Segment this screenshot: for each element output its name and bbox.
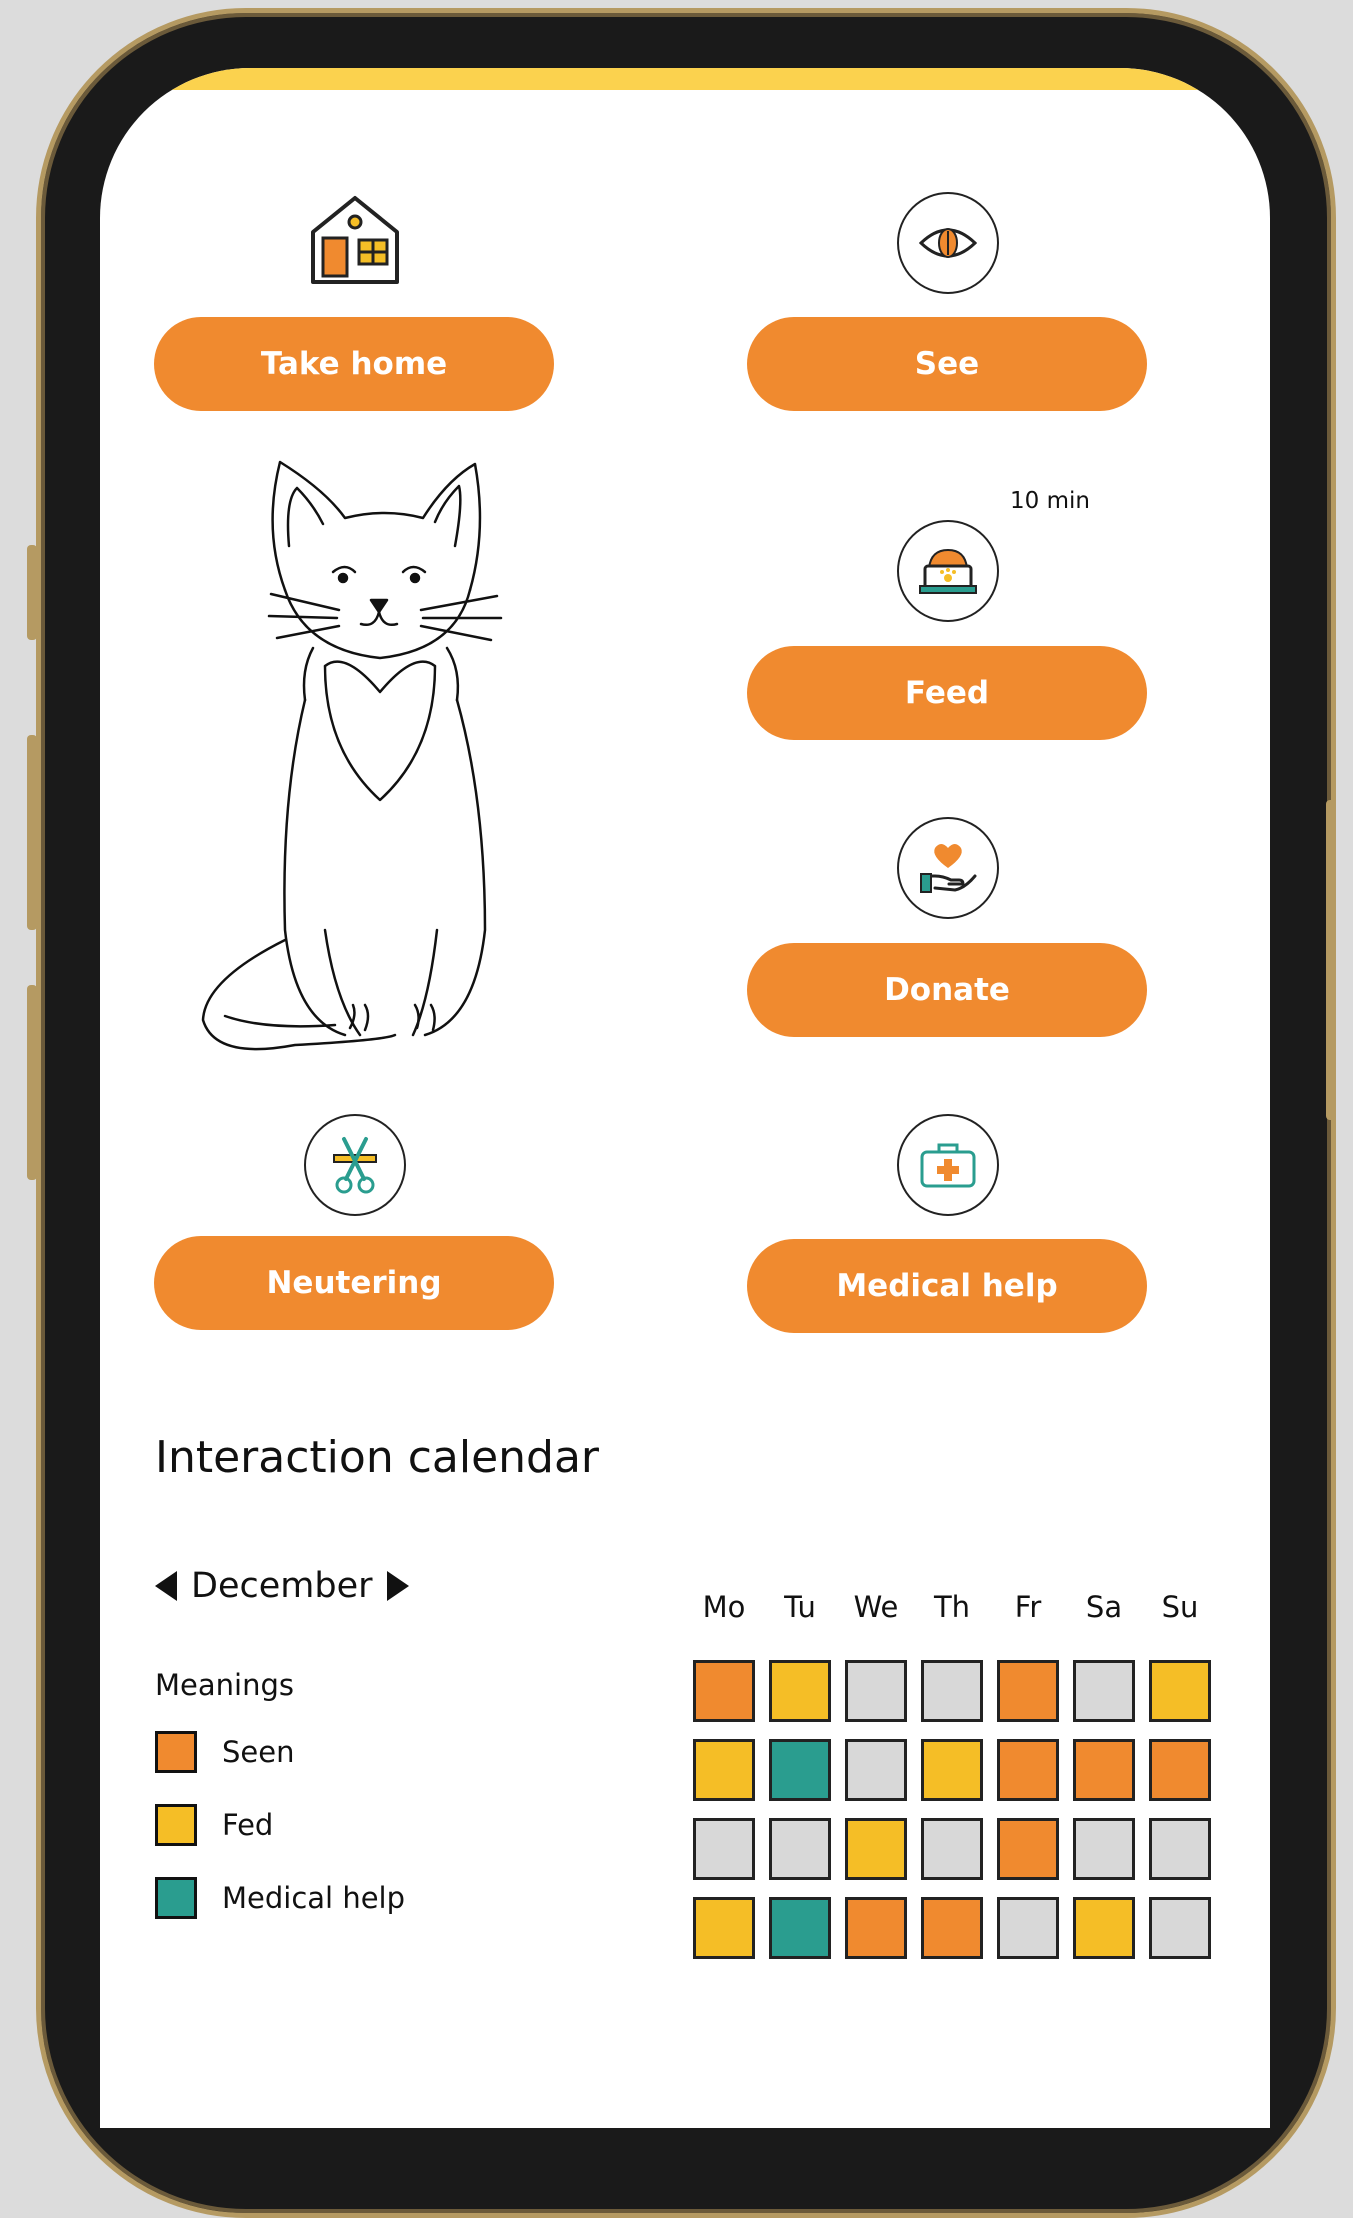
day-label: Tu bbox=[784, 1590, 816, 1624]
calendar-day-cell[interactable] bbox=[1149, 1739, 1211, 1801]
calendar-day-cell[interactable] bbox=[997, 1897, 1059, 1959]
day-label: We bbox=[853, 1590, 899, 1624]
cat-illustration bbox=[185, 460, 515, 1060]
heart-hand-icon bbox=[897, 817, 999, 919]
eye-icon bbox=[897, 192, 999, 294]
calendar-day-cell[interactable] bbox=[1149, 1660, 1211, 1722]
calendar-day-cell[interactable] bbox=[693, 1739, 755, 1801]
calendar-day-cell[interactable] bbox=[921, 1818, 983, 1880]
day-label: Fr bbox=[1014, 1590, 1042, 1624]
donate-button[interactable]: Donate bbox=[747, 943, 1147, 1037]
calendar-day-cell[interactable] bbox=[1073, 1739, 1135, 1801]
scissors-icon bbox=[304, 1114, 406, 1216]
feed-timer: 10 min bbox=[1010, 488, 1090, 514]
calendar-day-cell[interactable] bbox=[1073, 1660, 1135, 1722]
calendar-day-cell[interactable] bbox=[845, 1660, 907, 1722]
see-button[interactable]: See bbox=[747, 317, 1147, 411]
legend-swatch bbox=[155, 1804, 197, 1846]
volume-up-button bbox=[27, 735, 37, 930]
prev-month-icon[interactable] bbox=[155, 1571, 177, 1601]
calendar-title: Interaction calendar bbox=[155, 1432, 600, 1483]
calendar-day-cell[interactable] bbox=[769, 1739, 831, 1801]
day-label: Sa bbox=[1085, 1590, 1123, 1624]
calendar-day-cell[interactable] bbox=[769, 1660, 831, 1722]
neutering-button[interactable]: Neutering bbox=[154, 1236, 554, 1330]
calendar-day-cell[interactable] bbox=[845, 1739, 907, 1801]
calendar-day-cell[interactable] bbox=[997, 1739, 1059, 1801]
legend-item-seen: Seen bbox=[155, 1731, 294, 1773]
calendar-day-cell[interactable] bbox=[1149, 1897, 1211, 1959]
legend-label: Medical help bbox=[222, 1881, 406, 1915]
medical-help-button[interactable]: Medical help bbox=[747, 1239, 1147, 1333]
legend-item-medical-help: Medical help bbox=[155, 1877, 405, 1919]
calendar-day-cell[interactable] bbox=[845, 1818, 907, 1880]
calendar-day-cell[interactable] bbox=[1149, 1818, 1211, 1880]
take-home-button[interactable]: Take home bbox=[154, 317, 554, 411]
calendar-day-cell[interactable] bbox=[693, 1818, 755, 1880]
calendar-day-cell[interactable] bbox=[921, 1660, 983, 1722]
volume-down-button bbox=[27, 985, 37, 1180]
first-aid-kit-icon bbox=[897, 1114, 999, 1216]
calendar-day-cell[interactable] bbox=[921, 1897, 983, 1959]
mute-switch bbox=[27, 545, 37, 640]
day-label: Su bbox=[1161, 1590, 1199, 1624]
calendar-day-cell[interactable] bbox=[997, 1660, 1059, 1722]
calendar-day-cell[interactable] bbox=[693, 1660, 755, 1722]
day-label: Th bbox=[933, 1590, 971, 1624]
calendar-day-cell[interactable] bbox=[769, 1818, 831, 1880]
calendar-day-cell[interactable] bbox=[1073, 1818, 1135, 1880]
next-month-icon[interactable] bbox=[386, 1571, 409, 1601]
house-icon bbox=[307, 192, 403, 288]
calendar-day-cell[interactable] bbox=[845, 1897, 907, 1959]
month-label: December bbox=[191, 1566, 373, 1606]
calendar-day-cell[interactable] bbox=[997, 1818, 1059, 1880]
feed-button[interactable]: Feed bbox=[747, 646, 1147, 740]
calendar-day-cell[interactable] bbox=[769, 1897, 831, 1959]
legend-swatch bbox=[155, 1731, 197, 1773]
app-screen: Take home See 10 min Feed Donate Neuteri… bbox=[100, 68, 1270, 2128]
calendar-day-cell[interactable] bbox=[921, 1739, 983, 1801]
legend-swatch bbox=[155, 1877, 197, 1919]
top-accent-bar bbox=[100, 68, 1270, 90]
legend-item-fed: Fed bbox=[155, 1804, 273, 1846]
food-bowl-icon bbox=[897, 520, 999, 622]
day-label: Mo bbox=[702, 1590, 746, 1624]
legend-label: Seen bbox=[222, 1735, 295, 1769]
legend-label: Fed bbox=[222, 1808, 274, 1842]
power-button bbox=[1326, 800, 1336, 1120]
calendar-day-cell[interactable] bbox=[693, 1897, 755, 1959]
month-navigator: December bbox=[155, 1566, 409, 1606]
calendar-day-cell[interactable] bbox=[1073, 1897, 1135, 1959]
meanings-title: Meanings bbox=[155, 1668, 294, 1702]
